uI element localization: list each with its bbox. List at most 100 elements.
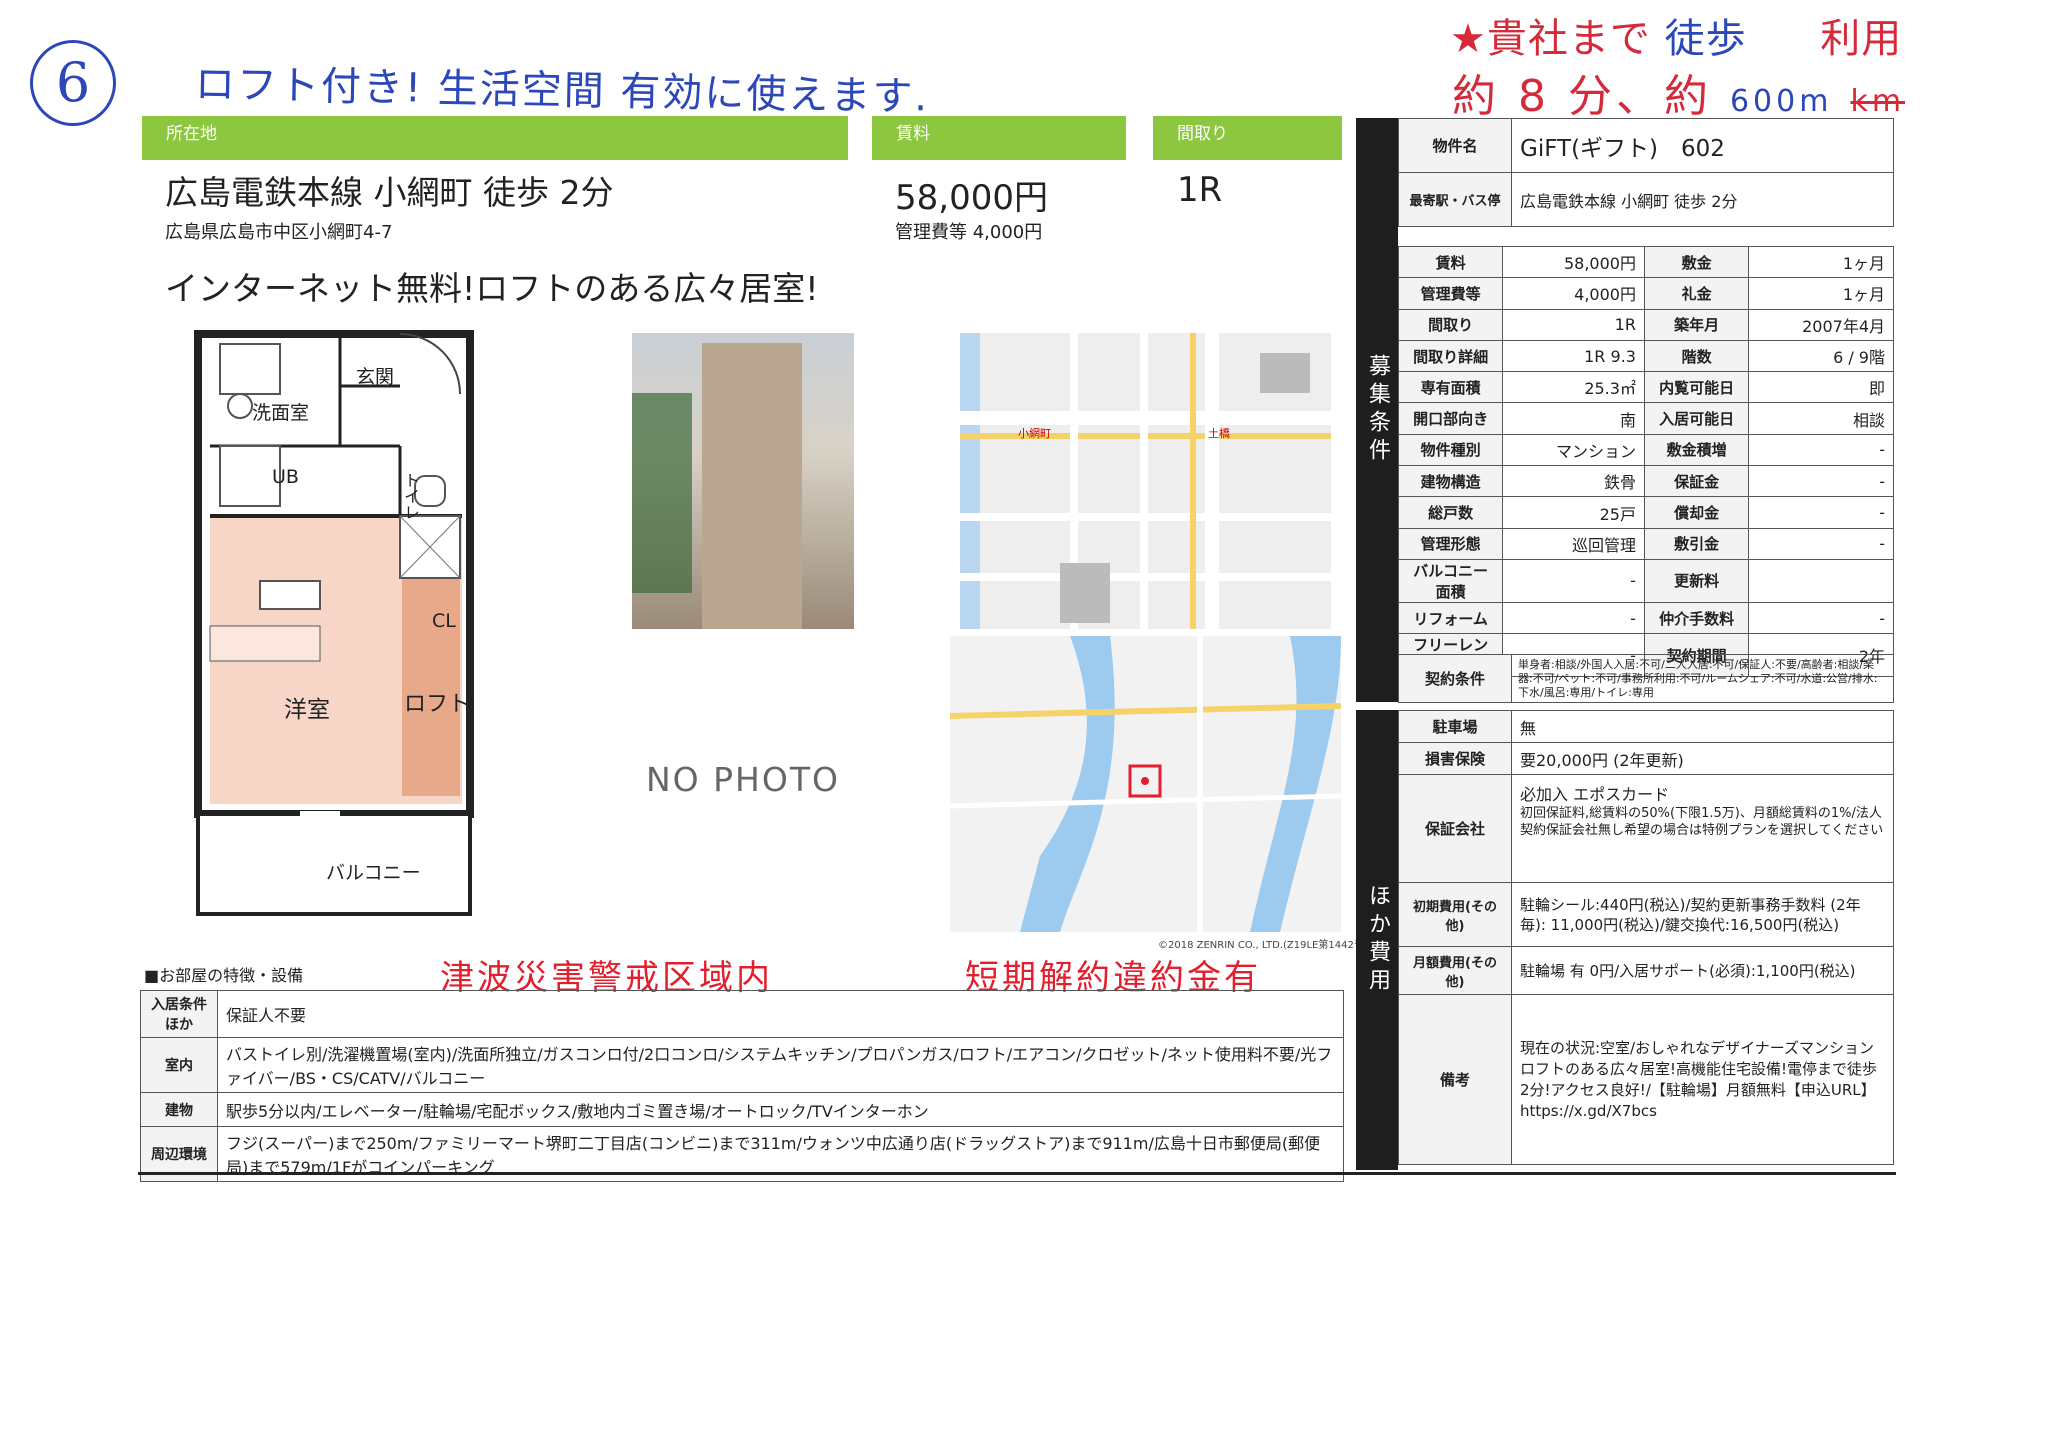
spec-row: バルコニー面積 - 更新料 [1397,558,1894,603]
fp-western-room: 洋室 [284,697,330,723]
hw-minutes: 約 8 分、約 [1452,71,1712,122]
initial-cost-label: 初期費用(その他) [1398,882,1512,947]
spec-label: 償却金 [1643,496,1750,529]
spec-row: 総戸数 25戸 償却金 - [1397,496,1894,529]
fp-washroom: 洗面室 [252,402,310,424]
station-text: 広島電鉄本線 小網町 徒歩 2分 [165,173,614,212]
map-copyright: ©2018 ZENRIN CO., LTD.(Z19LE第1442号) [1158,940,1368,951]
nearest-station-label: 最寄駅・バス停 [1398,172,1512,227]
fp-cl: CL [432,610,456,632]
spec-row: 間取り 1R 築年月 2007年4月 [1397,308,1894,341]
no-photo-text: NO PHOTO [646,760,840,799]
bottom-rule [138,1172,1896,1175]
property-name-table: 物件名 GiFT(ギフト) 602 最寄駅・バス停 広島電鉄本線 小網町 徒歩 … [1398,118,1894,227]
handwritten-access-line1: ★貴社まで 徒歩 利用 [1450,6,1902,64]
guarantor-detail: 初回保証料,総賃料の50%(下限1.5万)、月額総賃料の1%/法人契約保証会社無… [1520,806,1884,838]
features-table: 入居条件ほか 保証人不要 室内 バストイレ別/洗濯機置場(室内)/洗面所独立/ガスコン… [140,990,1344,1182]
spec-value: 相談 [1748,402,1894,435]
other-costs-label: ほか費用 [1356,710,1398,1170]
spec-label: 敷引金 [1643,527,1750,560]
spec-value: - [1748,601,1894,635]
feature-row: 室内 バストイレ別/洗濯機置場(室内)/洗面所独立/ガスコンロ付/2口コンロ/シス… [140,1037,1344,1093]
spec-value: - [1748,527,1894,560]
spec-value: 1ヶ月 [1748,245,1894,279]
spec-row: リフォーム - 仲介手数料 - [1397,601,1894,635]
address-text: 広島県広島市中区小網町4-7 [165,222,393,243]
monthly-cost-label: 月額費用(その他) [1398,946,1512,995]
monthly-cost: 駐輪場 有 0円/入居サポート(必須):1,100円(税込) [1511,946,1894,995]
other-costs-table: 駐車場 無 損害保険 要20,000円 (2年更新) 保証会社 必加入 エポスカ… [1398,710,1894,1165]
spec-value: - [1748,433,1894,467]
spec-label: 仲介手数料 [1643,601,1750,635]
recruit-conditions-table: 賃料 58,000円 敷金 1ヶ月 管理費等 4,000円 礼金 1ヶ月 間取り 1R 築年月 200… [1397,245,1894,678]
contract-conditions-table: 契約条件 単身者:相談/外国人入居:不可/二人入居:不可/保証人:不要/高齢者:… [1398,654,1894,703]
spec-label: 内覧可能日 [1643,371,1750,404]
remarks-label: 備考 [1398,994,1512,1165]
map-label-dobashi: 土橋 [1208,427,1230,440]
guarantor-label: 保証会社 [1398,774,1512,883]
fp-genkan: 玄関 [356,366,395,388]
layout-header: 間取り [1153,116,1342,160]
catchphrase: インターネット無料!ロフトのある広々居室! [165,269,819,308]
area-map-detail [960,333,1331,629]
guarantor-title: 必加入 エポスカード [1520,785,1670,804]
spec-value: 鉄骨 [1502,465,1645,498]
hw-km-struck: km [1850,84,1906,119]
spec-label: バルコニー面積 [1397,558,1504,603]
building-photo [632,333,854,629]
insurance-value: 要20,000円 (2年更新) [1511,742,1894,775]
spec-label: 建物構造 [1397,465,1504,498]
spec-label: 間取り詳細 [1397,339,1504,373]
fp-toilet: トイレ [401,472,420,520]
spec-label: 管理形態 [1397,527,1504,560]
spec-value: 58,000円 [1502,245,1645,279]
spec-row: 専有面積 25.3㎡ 内覧可能日即 [1397,371,1894,404]
remarks-text: 現在の状況:空室/おしゃれなデザイナーズマンションロフトのある広々居室!高機能住… [1511,994,1894,1165]
features-title: ■お部屋の特徴・設備 [144,966,304,985]
spec-value: 1ヶ月 [1748,277,1894,310]
location-header: 所在地 [142,116,848,160]
spec-value: 1R [1502,308,1645,341]
spec-label: 入居可能日 [1643,402,1750,435]
spec-value: 25戸 [1502,496,1645,529]
contract-text: 単身者:相談/外国人入居:不可/二人入居:不可/保証人:不要/高齢者:相談/楽器… [1511,654,1894,703]
spec-row: 建物構造 鉄骨 保証金 - [1397,465,1894,498]
spec-value: 巡回管理 [1502,527,1645,560]
fp-balcony: バルコニー [326,862,421,884]
spec-value: - [1748,496,1894,529]
spec-label: 間取り [1397,308,1504,341]
rent-value: 58,000円 [895,178,1048,218]
spec-row: 管理形態 巡回管理 敷引金 - [1397,527,1894,560]
spec-label: 築年月 [1643,308,1750,341]
spec-label: 開口部向き [1397,402,1504,435]
spec-value: - [1502,558,1645,603]
spec-row: 物件種別 マンション 敷金積増 - [1397,433,1894,467]
feature-label: 建物 [140,1092,218,1127]
rent-header: 賃料 [872,116,1126,160]
spec-value: 25.3㎡ [1502,371,1645,404]
spec-label: 物件種別 [1397,433,1504,467]
spec-label: 管理費等 [1397,277,1504,310]
spec-label: 総戸数 [1397,496,1504,529]
layout-value: 1R [1177,170,1223,210]
hw-use: 利用 [1820,16,1903,62]
spec-value: 南 [1502,402,1645,435]
spec-value: - [1502,601,1645,635]
feature-label: 室内 [140,1037,218,1093]
map-label-station: 小網町 [1018,427,1051,440]
spec-row: 開口部向き南入居可能日 相談 [1397,402,1894,435]
contract-label: 契約条件 [1398,654,1512,703]
hw-company: ★貴社まで [1450,16,1651,62]
spec-row: 管理費等 4,000円 礼金 1ヶ月 [1397,277,1894,310]
spec-label: 更新料 [1643,558,1750,603]
spec-value: マンション [1502,433,1645,467]
circled-number: 6 [30,40,116,126]
spec-value: 6 / 9階 [1748,339,1894,373]
hw-distance: 600m [1729,84,1833,119]
spec-label: 賃料 [1397,245,1504,279]
parking-value: 無 [1511,710,1894,743]
spec-label: 階数 [1643,339,1750,373]
spec-row: 賃料 58,000円 敷金 1ヶ月 [1397,245,1894,279]
spec-value: 即 [1748,371,1894,404]
handwritten-access-line2: 約 8 分、約 600m km [1452,60,1905,124]
